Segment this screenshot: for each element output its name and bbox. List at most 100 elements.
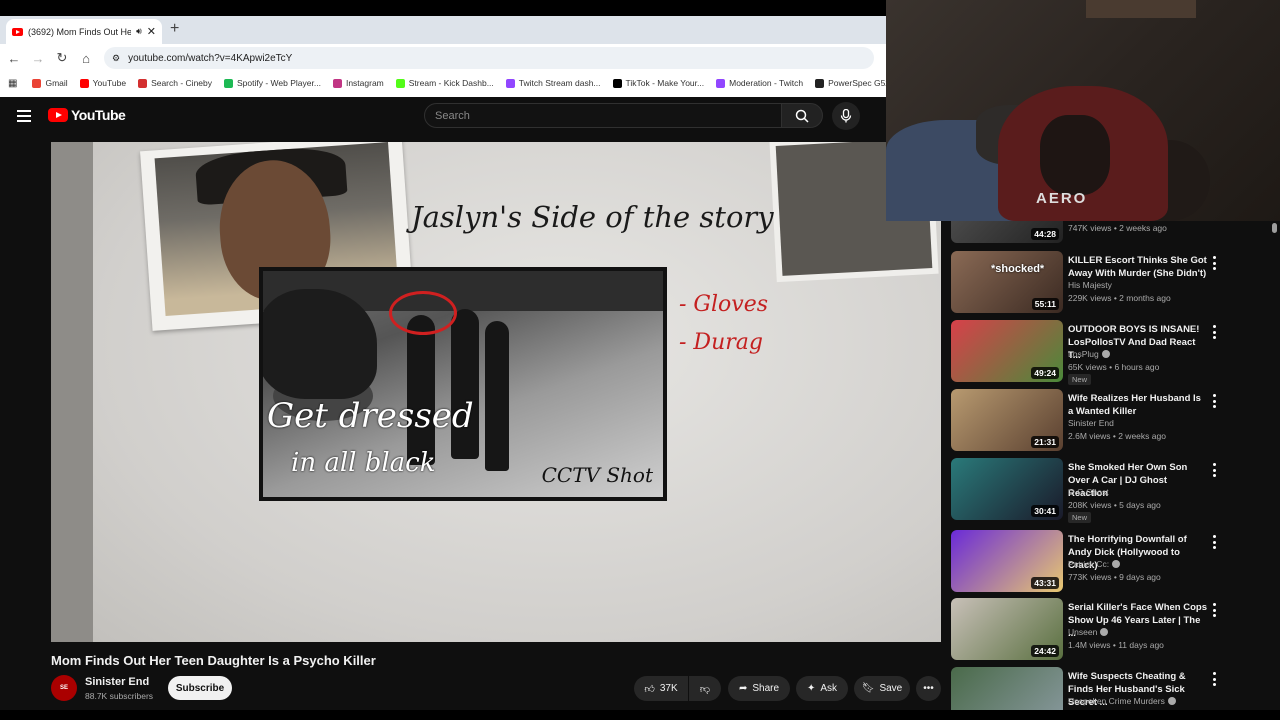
bookmark-item[interactable]: Spotify - Web Player... bbox=[219, 78, 326, 88]
bookmark-item[interactable]: Twitch Stream dash... bbox=[501, 78, 606, 88]
dislike-button[interactable]: 👎︎ bbox=[689, 676, 721, 701]
channel-name[interactable]: Patrick Cc: bbox=[1068, 559, 1121, 569]
overlay-title: Jaslyn's Side of the story bbox=[411, 200, 774, 234]
bookmark-item[interactable]: Search - Cineby bbox=[133, 78, 217, 88]
video-title[interactable]: KILLER Escort Thinks She Got Away With M… bbox=[1068, 254, 1208, 280]
overlay-caption-line-2: in all black bbox=[291, 448, 436, 478]
verified-icon bbox=[1112, 560, 1121, 568]
url-text: youtube.com/watch?v=4KApwi2eTcY bbox=[128, 52, 293, 64]
video-meta: 229K views • 2 months ago bbox=[1068, 293, 1171, 303]
apps-grid-icon[interactable]: ▦ bbox=[8, 78, 17, 89]
youtube-play-logo-icon bbox=[48, 108, 68, 122]
video-thumbnail[interactable]: 21:31 bbox=[951, 389, 1063, 451]
sparkle-icon: ✦ bbox=[806, 683, 816, 694]
channel-name[interactable]: O.G Ghost bbox=[1068, 487, 1109, 497]
close-tab-icon[interactable]: ✕ bbox=[147, 25, 156, 38]
video-duration: 44:28 bbox=[1031, 228, 1059, 240]
new-tab-button[interactable]: + bbox=[170, 20, 179, 38]
recommendation-item[interactable]: 21:31 Wife Realizes Her Husband Is a Want… bbox=[950, 389, 1270, 451]
cctv-label: CCTV Shot bbox=[541, 463, 653, 487]
home-icon[interactable]: ⌂ bbox=[74, 51, 98, 66]
bookmark-item[interactable]: TikTok - Make Your... bbox=[608, 78, 710, 88]
video-thumbnail[interactable]: 24:42 bbox=[951, 598, 1063, 660]
site-info-icon[interactable]: ⚙ bbox=[112, 53, 120, 64]
reload-icon[interactable]: ↻ bbox=[50, 50, 74, 66]
channel-name[interactable]: Sinister End bbox=[1068, 418, 1114, 428]
recommendation-item-partial[interactable]: 44:28 747K views • 2 weeks ago bbox=[950, 221, 1270, 243]
more-vertical-icon[interactable] bbox=[1208, 603, 1220, 619]
like-button[interactable]: 👍︎ 37K bbox=[634, 676, 688, 701]
youtube-favicon-icon bbox=[12, 27, 23, 36]
recommendations-sidebar: 44:28 747K views • 2 weeks ago *shocked*… bbox=[950, 221, 1270, 720]
microphone-icon bbox=[840, 109, 852, 123]
forward-icon[interactable]: → bbox=[26, 51, 50, 66]
back-icon[interactable]: ← bbox=[2, 51, 26, 66]
bookmark-favicon-icon bbox=[332, 78, 342, 88]
channel-name[interactable]: His Majesty bbox=[1068, 280, 1112, 290]
bookmark-label: TikTok - Make Your... bbox=[625, 78, 705, 88]
bookmark-label: Moderation - Twitch bbox=[729, 78, 804, 88]
verified-icon bbox=[1100, 628, 1109, 636]
verified-icon bbox=[1101, 350, 1110, 358]
more-vertical-icon[interactable] bbox=[1208, 672, 1220, 688]
more-vertical-icon[interactable] bbox=[1208, 256, 1220, 272]
more-actions-button[interactable]: ••• bbox=[916, 676, 941, 701]
hamburger-menu-icon[interactable] bbox=[17, 110, 31, 125]
bottom-bar bbox=[0, 710, 1280, 720]
bookmark-item[interactable]: PowerSpec G529 Ga... bbox=[810, 78, 886, 88]
video-thumbnail[interactable]: 43:31 bbox=[951, 530, 1063, 592]
bookmark-favicon-icon bbox=[79, 78, 89, 88]
bookmark-item[interactable]: Gmail bbox=[27, 78, 72, 88]
verified-icon bbox=[1167, 697, 1176, 705]
video-meta: 747K views • 2 weeks ago bbox=[1068, 223, 1167, 233]
more-vertical-icon[interactable] bbox=[1208, 394, 1220, 410]
recommendation-item[interactable]: 24:42 Serial Killer's Face When Cops Show… bbox=[950, 598, 1270, 660]
search-button[interactable] bbox=[781, 103, 823, 128]
channel-name[interactable]: Sinister End bbox=[85, 676, 149, 688]
search-input[interactable]: Search bbox=[424, 103, 782, 128]
video-thumbnail[interactable]: *shocked* 55:11 bbox=[951, 251, 1063, 313]
recommendation-item[interactable]: 43:31 The Horrifying Downfall of Andy Dic… bbox=[950, 530, 1270, 592]
bookmark-item[interactable]: Instagram bbox=[328, 78, 389, 88]
scrollbar-thumb[interactable] bbox=[1272, 223, 1277, 233]
channel-name[interactable]: LosPlug bbox=[1068, 349, 1110, 359]
bookmark-item[interactable]: Stream - Kick Dashb... bbox=[391, 78, 499, 88]
bookmark-label: Gmail bbox=[45, 78, 68, 88]
channel-label: Sinister End bbox=[1068, 418, 1114, 428]
voice-search-button[interactable] bbox=[832, 102, 860, 130]
scrollbar[interactable] bbox=[1271, 221, 1278, 711]
address-bar-row: ← → ↻ ⌂ ⚙ youtube.com/watch?v=4KApwi2eTc… bbox=[0, 44, 886, 72]
video-duration: 21:31 bbox=[1031, 436, 1059, 448]
more-vertical-icon[interactable] bbox=[1208, 463, 1220, 479]
speaker-icon[interactable]: 🔊︎ bbox=[136, 26, 142, 37]
thumbs-up-icon: 👍︎ bbox=[644, 683, 655, 695]
recommendation-item[interactable]: *shocked* 55:11 KILLER Escort Thinks She G… bbox=[950, 251, 1270, 313]
video-title[interactable]: Wife Realizes Her Husband Is a Wanted Ki… bbox=[1068, 392, 1208, 418]
recommendation-item[interactable]: 49:24 OUTDOOR BOYS IS INSANE! LosPollosTV… bbox=[950, 320, 1270, 385]
video-thumbnail[interactable]: 44:28 bbox=[951, 221, 1063, 243]
bookmark-item[interactable]: Moderation - Twitch bbox=[711, 78, 808, 88]
browser-tab[interactable]: (3692) Mom Finds Out Her 🔊︎ ✕ bbox=[6, 19, 162, 44]
more-vertical-icon[interactable] bbox=[1208, 535, 1220, 551]
ask-button[interactable]: ✦ Ask bbox=[796, 676, 848, 701]
video-thumbnail[interactable]: 30:41 bbox=[951, 458, 1063, 520]
address-bar[interactable]: ⚙ youtube.com/watch?v=4KApwi2eTcY bbox=[104, 47, 874, 69]
video-title: Mom Finds Out Her Teen Daughter Is a Psy… bbox=[51, 653, 376, 668]
recommendation-item[interactable]: 30:41 She Smoked Her Own Son Over A Car |… bbox=[950, 458, 1270, 523]
channel-avatar[interactable]: SE bbox=[51, 675, 77, 701]
subscribe-button[interactable]: Subscribe bbox=[168, 676, 232, 700]
video-player[interactable]: Jaslyn's Side of the story - Gloves - Du… bbox=[51, 142, 941, 642]
more-vertical-icon[interactable] bbox=[1208, 325, 1220, 341]
share-button[interactable]: ➦ Share bbox=[728, 676, 790, 701]
youtube-logo[interactable]: YouTube bbox=[48, 107, 126, 123]
bookmark-favicon-icon bbox=[138, 78, 148, 88]
bookmark-favicon-icon bbox=[505, 78, 515, 88]
bookmark-label: Stream - Kick Dashb... bbox=[408, 78, 494, 88]
channel-name[interactable]: Unseen bbox=[1068, 627, 1109, 637]
overlay-caption-line-1: Get dressed bbox=[267, 396, 474, 436]
save-button[interactable]: 🔖︎ Save bbox=[854, 676, 910, 701]
channel-name[interactable]: Unspoken Crime Murders bbox=[1068, 696, 1176, 706]
video-left-border bbox=[51, 142, 93, 642]
video-thumbnail[interactable]: 49:24 bbox=[951, 320, 1063, 382]
bookmark-item[interactable]: YouTube bbox=[75, 78, 131, 88]
